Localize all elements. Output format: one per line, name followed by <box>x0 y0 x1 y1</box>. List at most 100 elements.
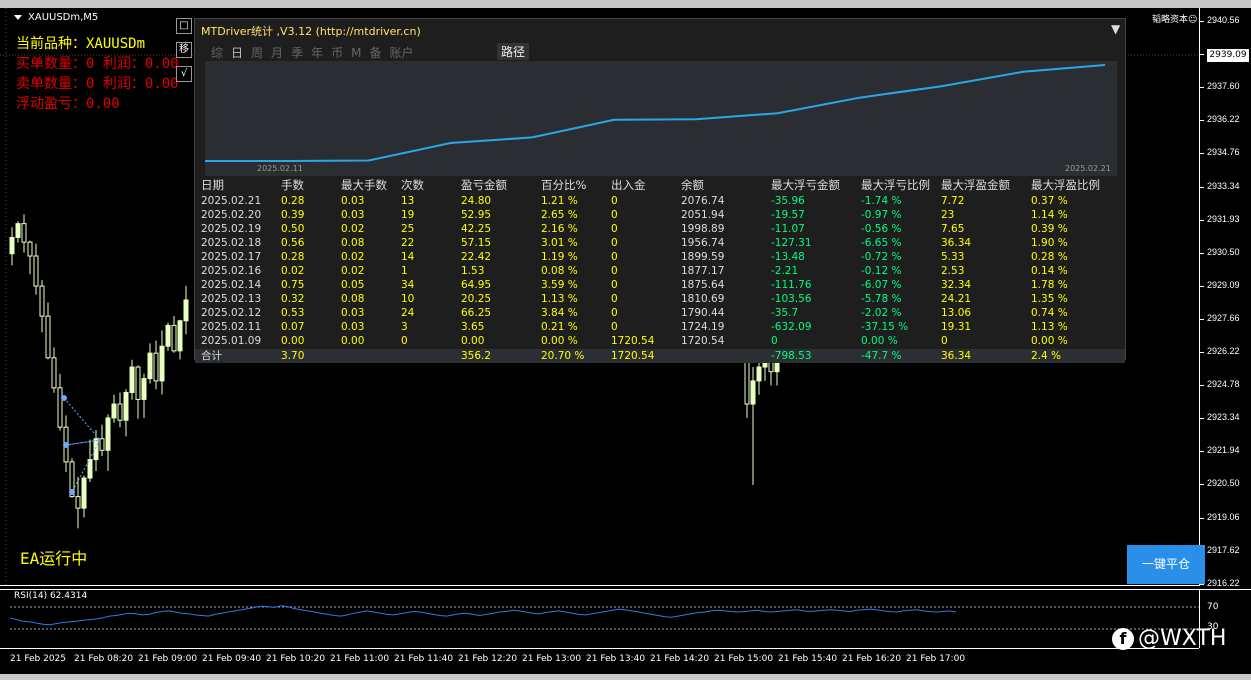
table-cell: 5.33 <box>941 251 965 263</box>
table-cell: 1.14 % <box>1031 209 1068 221</box>
tab-6[interactable]: 币 <box>331 44 343 61</box>
tab-7[interactable]: M <box>351 46 361 60</box>
price-tick <box>1200 285 1204 287</box>
candle-body <box>9 237 15 255</box>
table-cell: 0.00 % <box>861 335 898 347</box>
rsi-indicator-chart[interactable] <box>0 590 1199 648</box>
table-cell: 52.95 <box>461 209 492 221</box>
table-cell: 19 <box>401 209 415 221</box>
tab-3[interactable]: 月 <box>271 44 283 61</box>
table-cell: 0.00 <box>281 335 305 347</box>
check-button[interactable]: √ <box>176 66 192 82</box>
table-cell: 0.21 % <box>541 321 578 333</box>
table-row: 2025.02.20 0.39 0.03 19 52.95 2.65 % 0 2051.94 -… <box>195 208 1125 222</box>
table-cell: 0 <box>611 279 618 291</box>
table-cell: 1.90 % <box>1031 237 1068 249</box>
table-cell: 0.02 <box>341 223 365 235</box>
table-cell: -35.96 <box>771 195 805 207</box>
price-axis[interactable]: 2940.562939.192937.602936.222934.762933.… <box>1199 8 1251 588</box>
equity-curve-svg <box>205 64 1106 162</box>
table-cell: 0.03 <box>341 321 365 333</box>
candle-body <box>27 241 33 257</box>
price-tick <box>1200 54 1204 56</box>
table-cell: 356.2 <box>461 350 492 362</box>
table-cell: 0 <box>611 209 618 221</box>
close-all-button[interactable]: 一键平仓 <box>1127 545 1205 584</box>
table-row: 2025.02.18 0.56 0.08 22 57.15 3.01 % 0 1956.74 -… <box>195 236 1125 250</box>
move-button[interactable]: 移 <box>176 42 192 58</box>
candle-body <box>87 459 93 479</box>
table-cell: 0.56 <box>281 237 305 249</box>
minimize-button[interactable]: □ <box>176 18 192 34</box>
price-tick <box>1200 352 1204 353</box>
price-tick <box>1200 517 1204 519</box>
tab-2[interactable]: 周 <box>251 44 263 61</box>
table-cell: -2.21 <box>771 265 799 277</box>
table-cell: 0.14 % <box>1031 265 1068 277</box>
table-row: 2025.02.16 0.02 0.02 1 1.53 0.08 % 0 1877.17 -2.… <box>195 264 1125 278</box>
broker-label: 韬略资本☺ <box>1152 15 1198 25</box>
time-axis[interactable]: 21 Feb 2025 21 Feb 08:20 21 Feb 09:00 21 Fe… <box>0 648 1199 673</box>
table-cell: 0.03 <box>341 195 365 207</box>
table-cell: 2025.02.11 <box>201 321 262 333</box>
table-cell: -6.65 % <box>861 237 902 249</box>
tab-4[interactable]: 季 <box>291 44 303 61</box>
time-tick-label: 21 Feb 11:40 <box>394 654 454 664</box>
candle-body <box>147 352 153 380</box>
table-cell: 0.39 % <box>1031 223 1068 235</box>
candle-body <box>744 361 750 405</box>
table-row: 2025.02.14 0.75 0.05 34 64.95 3.59 % 0 1875.64 -… <box>195 278 1125 292</box>
table-cell: 0.74 % <box>1031 307 1068 319</box>
table-cell: 2025.02.17 <box>201 251 262 263</box>
time-tick-label: 21 Feb 13:40 <box>586 654 646 664</box>
trade-marker <box>69 489 75 495</box>
tab-9[interactable]: 账户 <box>389 44 413 61</box>
candle-body <box>123 391 129 421</box>
table-cell: 13 <box>401 195 415 207</box>
price-tick-label: 2926.22 <box>1207 346 1240 356</box>
status-strip <box>0 674 1251 680</box>
candle-body <box>756 366 762 382</box>
candle-body <box>21 223 27 243</box>
candle-body <box>153 352 159 382</box>
price-tick-label: 2927.66 <box>1207 312 1240 323</box>
price-tick-label: 2940.56 <box>1207 15 1240 25</box>
candle-body <box>81 477 87 509</box>
tab-0[interactable]: 综 <box>211 44 223 61</box>
table-cell: -632.09 <box>771 321 812 333</box>
tab-5[interactable]: 年 <box>311 44 323 61</box>
candle-body <box>117 403 123 421</box>
dropdown-triangle-icon[interactable] <box>14 14 22 20</box>
table-cell: 0.03 <box>341 209 365 221</box>
trade-marker <box>61 395 67 401</box>
table-cell: 1.53 <box>461 265 485 277</box>
candle-body <box>57 387 63 428</box>
table-cell: -47.7 % <box>861 350 902 362</box>
tab-1[interactable]: 日 <box>231 44 243 61</box>
table-cell: 0 <box>611 251 618 263</box>
table-cell: 余额 <box>681 178 704 192</box>
table-cell: -5.78 % <box>861 293 902 305</box>
table-cell: 0.75 <box>281 279 305 291</box>
table-cell: 24.21 <box>941 293 972 305</box>
table-cell: 1720.54 <box>611 335 655 347</box>
tab-route[interactable]: 路径 <box>497 43 530 60</box>
collapse-icon[interactable]: ▼ <box>1111 22 1120 36</box>
table-cell: 64.95 <box>461 279 492 291</box>
time-tick-label: 21 Feb 14:20 <box>650 654 710 664</box>
table-cell: 0.28 <box>281 251 305 263</box>
table-cell: 1720.54 <box>681 335 725 347</box>
table-cell: 0.37 % <box>1031 195 1068 207</box>
table-cell: 0 <box>611 321 618 333</box>
table-cell: 0 <box>611 293 618 305</box>
ea-status-label: EA运行中 <box>20 549 88 568</box>
price-tick <box>1200 385 1204 387</box>
table-cell: 1.35 % <box>1031 293 1068 305</box>
tab-8[interactable]: 备 <box>369 44 381 61</box>
table-cell: 1.13 % <box>541 293 578 305</box>
table-cell: 3.70 <box>281 350 305 362</box>
table-cell: 0.08 <box>341 293 365 305</box>
table-cell: 2025.02.21 <box>201 195 262 207</box>
price-tick-label: 2929.09 <box>1207 279 1240 290</box>
equity-x-end: 2025.02.21 <box>1065 164 1111 173</box>
